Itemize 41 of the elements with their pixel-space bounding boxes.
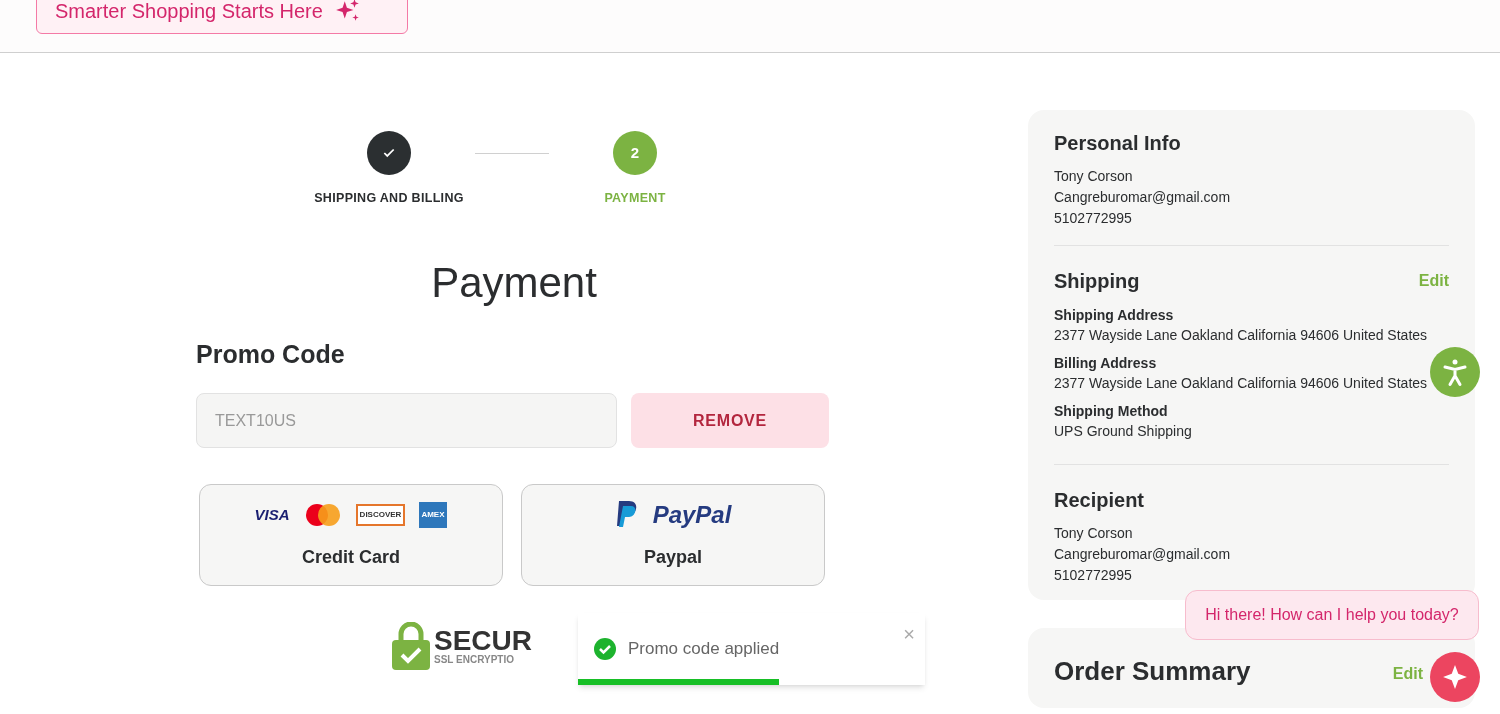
chat-greeting-bubble: Hi there! How can I help you today? [1185,590,1479,640]
info-text: 5102772995 [1054,210,1132,227]
field-value: 2377 Wayside Lane Oakland California 94606 United States [1054,374,1428,393]
success-icon [593,637,617,661]
payment-method-card[interactable]: VISA DISCOVER AMEX Credit Card [199,484,503,587]
field-label: Billing Address [1054,354,1158,372]
sparkle-icon [1442,664,1468,690]
sparkle-icon [334,0,361,24]
paypal-logo: PayPal [652,499,732,530]
step-label: SHIPPING AND BILLING [314,190,464,207]
step-label: PAYMENT [604,190,666,207]
section-title: Order Summary [1054,655,1251,688]
edit-link[interactable]: Edit [1418,269,1449,293]
info-text: 5102772995 [1054,567,1132,584]
info-text: Cangreburomar@gmail.com [1054,546,1231,563]
visa-logo: VISA [254,504,290,525]
toast-message: Promo code applied [628,638,780,661]
field-label: Shipping Method [1054,402,1169,420]
paypal-icon [614,500,639,529]
check-icon [382,146,396,160]
discover-logo: DISCOVER [355,503,406,526]
info-text: Cangreburomar@gmail.com [1054,189,1231,206]
payment-method-card[interactable]: PayPal Paypal [521,484,825,587]
page-title: Payment [431,257,597,308]
section-title: Personal Info [1054,131,1181,156]
info-text: Tony Corson [1054,168,1133,185]
padlock-icon [392,622,430,671]
field-label: Shipping Address [1054,306,1175,324]
info-text: Tony Corson [1054,525,1133,542]
section-title: Shipping [1054,269,1140,294]
field-value: UPS Ground Shipping [1054,422,1192,441]
field-value: 2377 Wayside Lane Oakland California 94606 United States [1054,326,1428,345]
promo-banner[interactable]: Smarter Shopping Starts Here [36,0,408,34]
section-title: Recipient [1054,488,1145,513]
edit-link[interactable]: Edit [1392,662,1423,686]
amex-logo: AMEX [419,501,448,528]
mastercard-logo [303,502,342,527]
secure-badge-title: SECUR [434,627,532,656]
secure-badge-subtitle: SSL ENCRYPTIO [434,655,515,666]
section-heading: Promo Code [196,338,346,370]
close-button[interactable]: × [903,619,915,649]
